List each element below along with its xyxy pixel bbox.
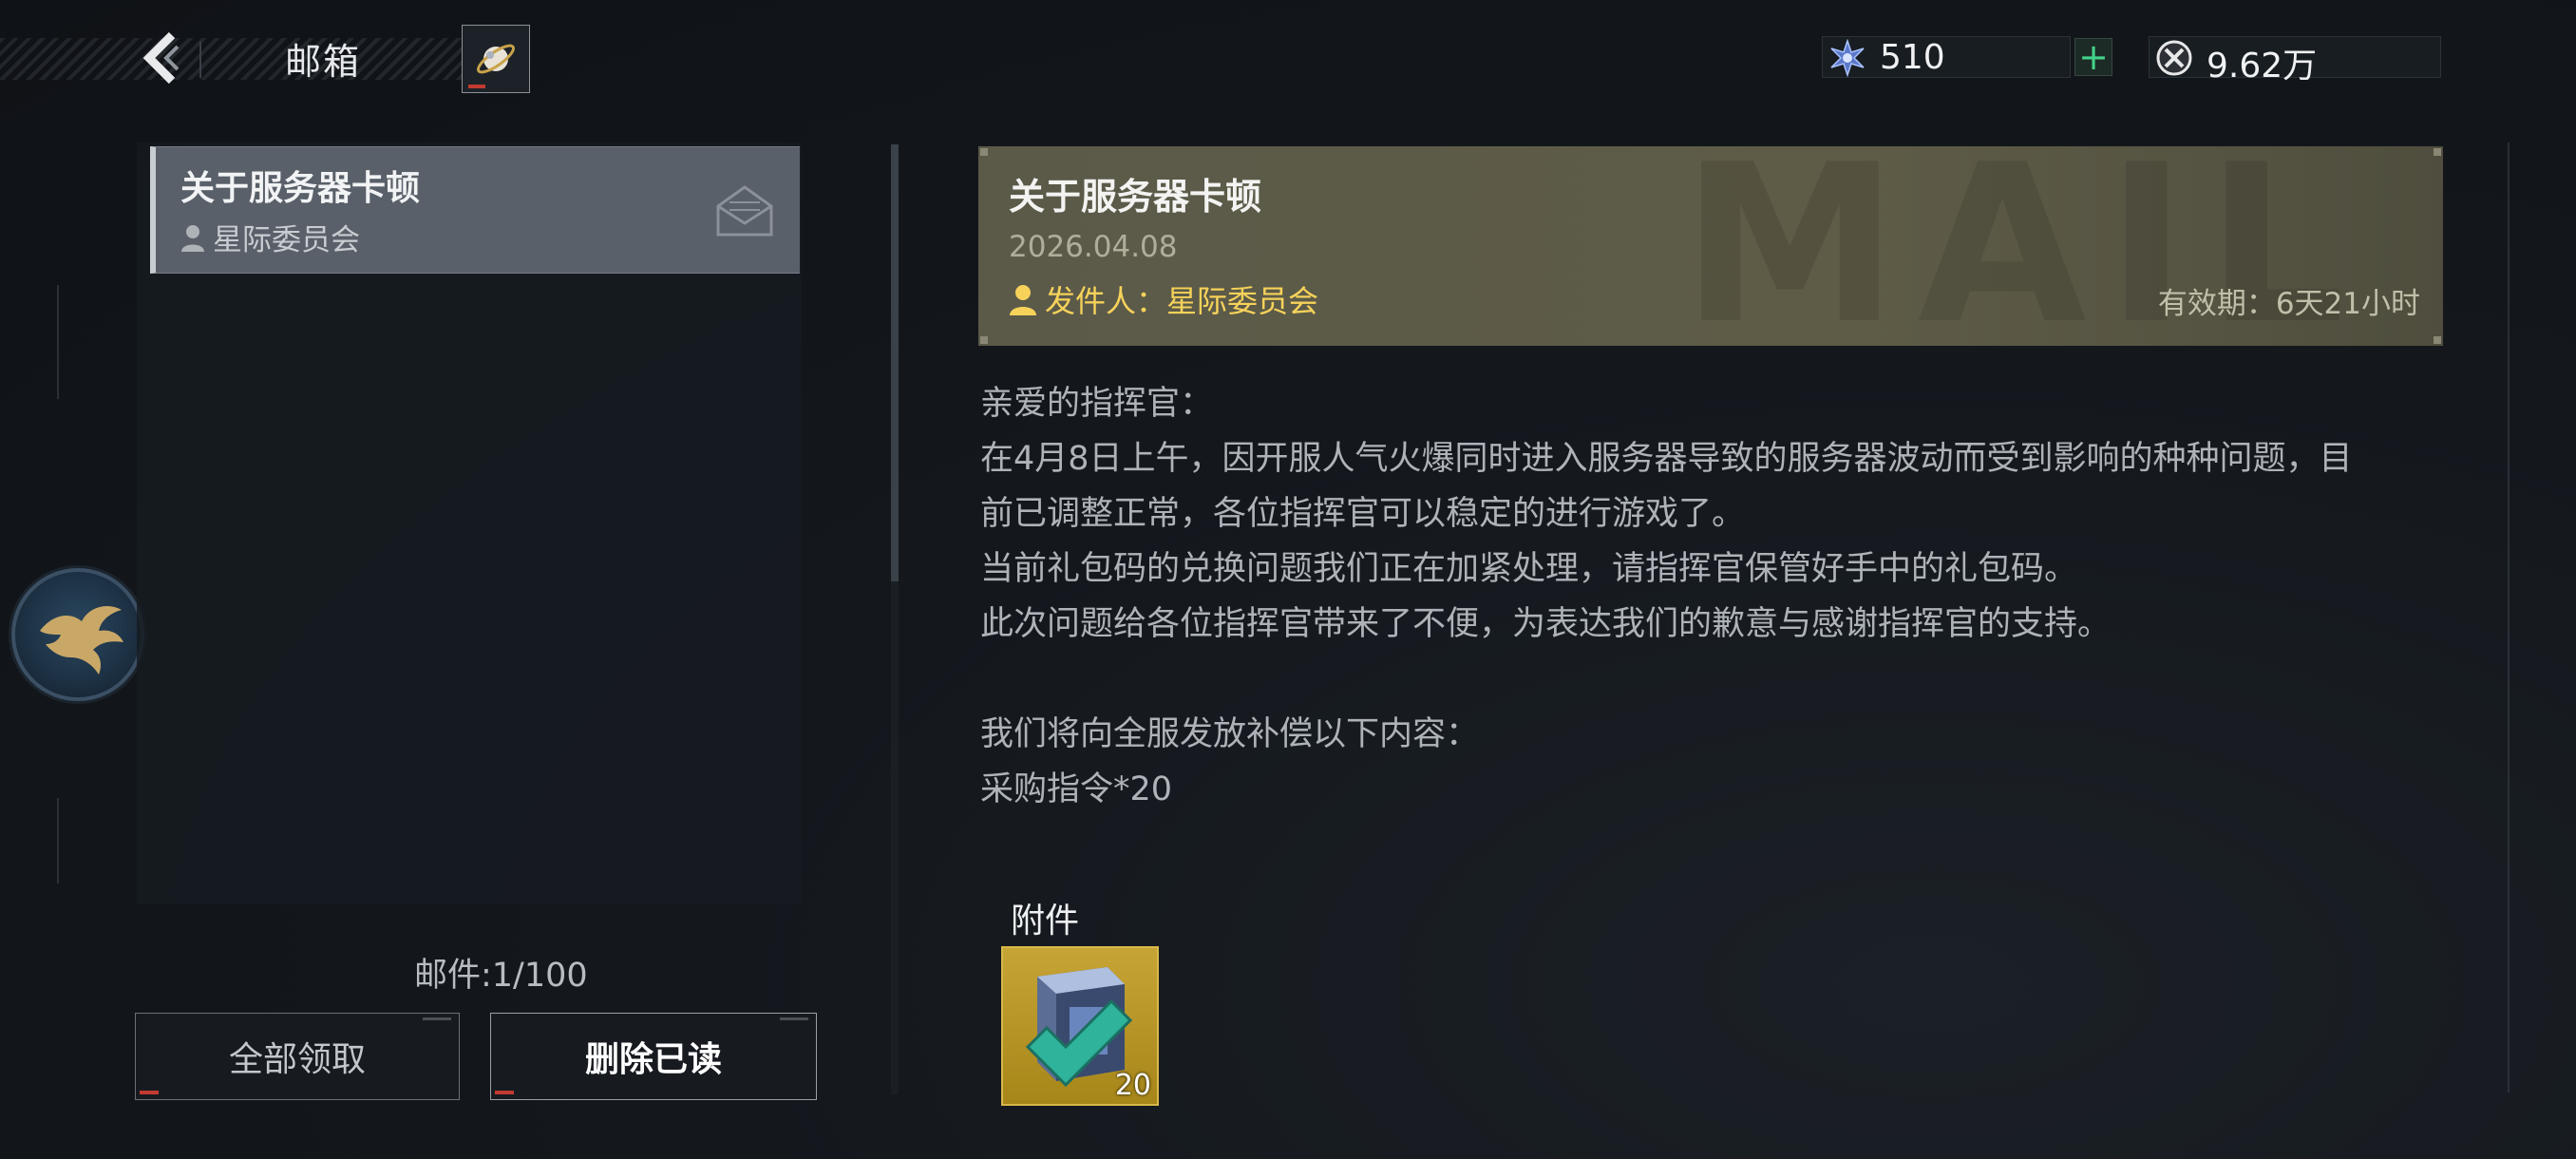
mail-sender-label: 发件人：星际委员会	[1045, 283, 1319, 319]
gem-amount: 510	[1880, 38, 1945, 77]
corner-deco	[980, 336, 988, 344]
red-marker	[140, 1091, 159, 1094]
envelope-open-icon	[716, 185, 773, 237]
side-deco-line	[57, 285, 59, 399]
attachment-item[interactable]: 20	[1001, 946, 1159, 1106]
user-icon	[181, 224, 204, 252]
crystal-icon	[1830, 39, 1865, 77]
side-deco-line	[57, 798, 59, 884]
mail-body: 亲爱的指挥官： 在4月8日上午，因开服人气火爆同时进入服务器导致的服务器波动而受…	[980, 376, 2443, 817]
header-separator	[199, 42, 201, 78]
user-icon	[1010, 285, 1036, 315]
coin-amount: 9.62万	[2207, 47, 2318, 86]
button-deco	[423, 1017, 451, 1020]
claim-all-button[interactable]: 全部领取	[135, 1013, 460, 1100]
attachment-count: 20	[1114, 1069, 1151, 1102]
gem-currency: 510	[1822, 36, 2071, 78]
mail-body-line: 我们将向全服发放补偿以下内容：	[980, 715, 1480, 753]
coin-icon	[2156, 40, 2192, 76]
mail-sender: 发件人：星际委员会	[1009, 277, 1318, 321]
corner-deco	[2434, 148, 2441, 156]
chevron-left-icon	[142, 31, 180, 85]
mail-body-line: 当前礼包码的兑换问题我们正在加紧处理，请指挥官保管好手中的礼包码。	[980, 550, 2078, 588]
side-deco-line	[2508, 142, 2510, 1092]
claim-all-label: 全部领取	[228, 1040, 366, 1079]
faction-emblem[interactable]	[11, 568, 144, 701]
mail-detail-header: MAIL 关于服务器卡顿 2026.04.08 发件人：星际委员会 有效期：6天…	[978, 137, 2443, 355]
button-deco	[780, 1017, 808, 1020]
corner-deco	[980, 148, 988, 156]
mail-item-sender-name: 星际委员会	[213, 223, 360, 257]
mail-expiry: 有效期：6天21小时	[2157, 287, 2420, 321]
mail-item-title: 关于服务器卡顿	[180, 169, 421, 208]
red-marker	[468, 85, 485, 88]
mail-date: 2026.04.08	[1009, 230, 1178, 264]
mail-body-line: 亲爱的指挥官：	[980, 385, 1214, 423]
coin-currency: 9.62万	[2149, 36, 2441, 86]
mail-list-item[interactable]: 关于服务器卡顿 星际委员会	[150, 146, 800, 274]
header-band	[0, 38, 522, 80]
mail-body-line: 在4月8日上午，因开服人气火爆同时进入服务器导致的服务器波动而受到影响的种种问题…	[980, 440, 2353, 478]
attachment-label: 附件	[1011, 902, 1080, 940]
delete-read-button[interactable]: 删除已读	[490, 1013, 817, 1100]
add-gems-button[interactable]: +	[2074, 38, 2112, 76]
planet-button[interactable]	[462, 25, 530, 93]
page-title: 邮箱	[285, 41, 362, 83]
back-button[interactable]	[133, 25, 190, 91]
red-marker	[495, 1091, 514, 1094]
scrollbar-thumb[interactable]	[891, 144, 899, 581]
mail-body-line	[980, 652, 2443, 707]
mail-body-line: 采购指令*20	[980, 770, 1173, 808]
mail-body-line: 前已调整正常，各位指挥官可以稳定的进行游戏了。	[980, 495, 1746, 533]
planet-icon	[477, 44, 515, 74]
mail-count: 邮件:1/100	[414, 957, 588, 995]
delete-read-label: 删除已读	[584, 1040, 722, 1079]
corner-deco	[2434, 336, 2441, 344]
mail-title: 关于服务器卡顿	[1009, 176, 1262, 218]
mail-item-sender: 星际委员会	[180, 216, 360, 258]
mail-body-line: 此次问题给各位指挥官带来了不便，为表达我们的歉意与感谢指挥官的支持。	[980, 605, 2112, 643]
phoenix-icon	[40, 606, 123, 674]
